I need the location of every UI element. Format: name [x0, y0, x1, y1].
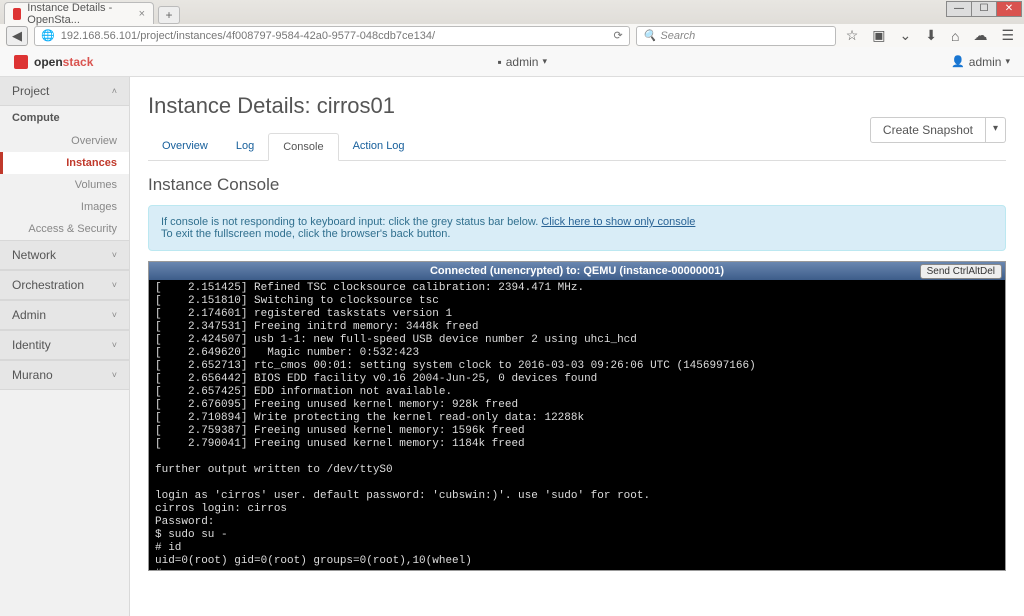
sync-icon[interactable]: ☁ — [969, 27, 991, 44]
send-ctrlaltdel-button[interactable]: Send CtrlAltDel — [920, 264, 1002, 279]
show-only-console-link[interactable]: Click here to show only console — [541, 216, 695, 228]
section-title: Instance Console — [148, 175, 1006, 195]
close-tab-icon[interactable]: × — [139, 8, 145, 20]
tab-console[interactable]: Console — [268, 133, 338, 161]
console-frame: Connected (unencrypted) to: QEMU (instan… — [148, 261, 1006, 571]
console-titlebar[interactable]: Connected (unencrypted) to: QEMU (instan… — [149, 262, 1005, 280]
chevron-up-icon: ˄ — [112, 86, 117, 96]
sidebar-item-instances[interactable]: Instances — [0, 152, 129, 174]
tab-action-log[interactable]: Action Log — [339, 133, 419, 160]
clipboard-icon[interactable]: ▣ — [868, 27, 889, 44]
tab-title: Instance Details - OpenSta... — [27, 2, 124, 26]
url-text: 192.168.56.101/project/instances/4f00879… — [61, 30, 435, 42]
snapshot-dropdown[interactable]: ▾ — [986, 117, 1006, 143]
chevron-down-icon: ˅ — [112, 370, 117, 380]
sidebar-item-overview[interactable]: Overview — [0, 130, 129, 152]
search-bar[interactable]: 🔍 Search — [636, 26, 836, 46]
chevron-down-icon: ˅ — [112, 340, 117, 350]
tab-overview[interactable]: Overview — [148, 133, 222, 160]
caret-down-icon: ▾ — [1005, 56, 1010, 67]
sidebar-orchestration[interactable]: Orchestration˅ — [0, 270, 129, 300]
terminal-output[interactable]: [ 2.151425] Refined TSC clocksource cali… — [149, 280, 1005, 570]
sidebar: Project˄ Compute Overview Instances Volu… — [0, 77, 130, 616]
sidebar-murano[interactable]: Murano˅ — [0, 360, 129, 390]
sidebar-item-volumes[interactable]: Volumes — [0, 174, 129, 196]
cube-icon: ▪ — [497, 55, 501, 69]
caret-down-icon: ▾ — [542, 56, 547, 67]
sidebar-network[interactable]: Network˅ — [0, 240, 129, 270]
page-title: Instance Details: cirros01 — [148, 93, 1006, 119]
star-icon[interactable]: ☆ — [842, 27, 863, 44]
tab-log[interactable]: Log — [222, 133, 268, 160]
menu-icon[interactable]: ☰ — [997, 27, 1018, 44]
new-tab-button[interactable]: + — [158, 6, 180, 24]
reload-icon[interactable]: ⟳ — [613, 29, 622, 42]
globe-icon: 🌐 — [41, 29, 55, 42]
project-dropdown[interactable]: ▪ admin ▾ — [497, 55, 546, 69]
chevron-down-icon: ˅ — [112, 310, 117, 320]
home-icon[interactable]: ⌂ — [947, 28, 963, 44]
pocket-icon[interactable]: ⌄ — [896, 27, 916, 44]
sidebar-compute[interactable]: Compute — [0, 106, 129, 130]
address-bar[interactable]: 🌐 192.168.56.101/project/instances/4f008… — [34, 26, 630, 46]
chevron-down-icon: ˅ — [112, 250, 117, 260]
sidebar-item-images[interactable]: Images — [0, 196, 129, 218]
search-icon: 🔍 — [643, 29, 657, 42]
sidebar-item-access[interactable]: Access & Security — [0, 218, 129, 240]
user-dropdown[interactable]: 👤 admin ▾ — [951, 55, 1010, 69]
search-placeholder: Search — [660, 30, 695, 42]
brand[interactable]: openstack — [34, 55, 93, 69]
chevron-down-icon: ˅ — [112, 280, 117, 290]
favicon — [13, 8, 21, 20]
sidebar-identity[interactable]: Identity˅ — [0, 330, 129, 360]
browser-tab[interactable]: Instance Details - OpenSta... × — [4, 2, 154, 24]
window-close[interactable]: ✕ — [996, 1, 1022, 17]
create-snapshot-button[interactable]: Create Snapshot — [870, 117, 986, 143]
logo-icon — [14, 55, 28, 69]
user-icon: 👤 — [951, 55, 965, 68]
window-minimize[interactable]: — — [946, 1, 972, 17]
info-notice: If console is not responding to keyboard… — [148, 205, 1006, 251]
sidebar-admin[interactable]: Admin˅ — [0, 300, 129, 330]
back-button[interactable]: ◀ — [6, 26, 28, 46]
download-icon[interactable]: ⬇ — [921, 27, 941, 44]
window-maximize[interactable]: ☐ — [971, 1, 997, 17]
sidebar-project[interactable]: Project˄ — [0, 77, 129, 106]
